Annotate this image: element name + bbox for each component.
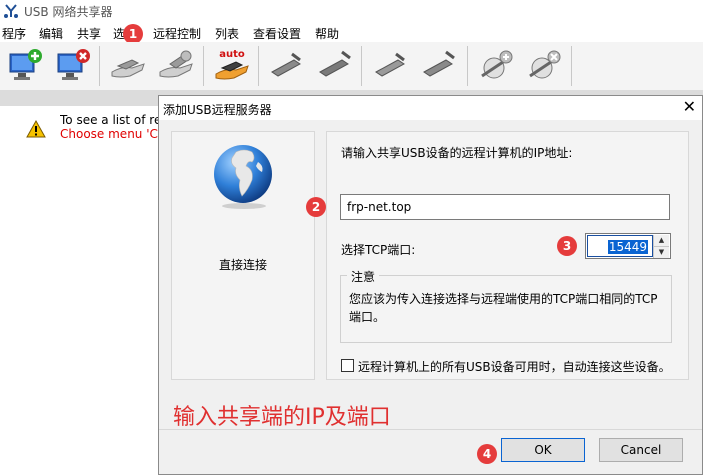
disconnect-remote-icon[interactable] — [418, 46, 458, 86]
unshare-device-icon[interactable] — [156, 46, 196, 86]
toolbar-separator — [258, 46, 259, 86]
ip-address-input[interactable] — [340, 194, 670, 220]
step-marker-1: 1 — [123, 24, 143, 44]
step-marker-4: 4 — [477, 444, 497, 464]
toolbar-separator — [361, 46, 362, 86]
add-remote-server-dialog: 添加USB远程服务器 ✕ 直接连接 请输入共享USB设备的远程计算机的IP地址:… — [158, 95, 703, 475]
menu-bar: 程序 编辑 共享 选 远程控制 列表 查看设置 帮助 — [0, 22, 703, 42]
menu-edit[interactable]: 编辑 — [39, 25, 63, 42]
spin-down-icon[interactable]: ▼ — [653, 246, 669, 258]
auto-label: auto — [219, 49, 245, 60]
close-icon[interactable]: ✕ — [683, 98, 696, 116]
toolbar-separator — [203, 46, 204, 86]
step-marker-2: 2 — [306, 197, 326, 217]
tcp-port-label: 选择TCP端口: — [341, 243, 416, 257]
device-list-area[interactable] — [0, 106, 160, 475]
add-computer-icon[interactable] — [6, 46, 46, 86]
toolbar-separator — [571, 46, 572, 86]
warning-icon — [26, 120, 46, 138]
remove-computer-icon[interactable] — [54, 46, 94, 86]
notice-text: 您应该为传入连接选择与远程端使用的TCP端口相同的TCP端口。 — [349, 292, 658, 324]
usb-share-app-icon — [4, 4, 18, 18]
menu-list[interactable]: 列表 — [215, 25, 239, 42]
toolbar-separator — [99, 46, 100, 86]
menu-share[interactable]: 共享 — [77, 25, 101, 42]
tcp-port-stepper[interactable]: 15449 ▲ ▼ — [585, 233, 671, 259]
remove-remote-server-icon[interactable] — [524, 46, 564, 86]
tcp-port-input[interactable]: 15449 — [587, 235, 653, 257]
menu-help[interactable]: 帮助 — [315, 25, 339, 42]
toolbar: auto — [0, 42, 703, 91]
auto-share-icon[interactable]: auto — [212, 46, 252, 86]
annotation-note: 输入共享端的IP及端口 — [173, 405, 391, 430]
connect-device-icon[interactable] — [266, 46, 306, 86]
app-title: USB 网络共享器 — [24, 5, 113, 19]
add-remote-server-icon[interactable] — [476, 46, 516, 86]
auto-connect-label[interactable]: 远程计算机上的所有USB设备可用时，自动连接这些设备。 — [358, 358, 671, 375]
menu-remote-control[interactable]: 远程控制 — [153, 25, 201, 42]
app-titlebar: USB 网络共享器 — [0, 0, 703, 22]
disconnect-device-icon[interactable] — [314, 46, 354, 86]
globe-icon — [214, 145, 272, 209]
notice-title: 注意 — [347, 268, 380, 285]
direct-connect-label: 直接连接 — [218, 258, 267, 272]
connection-type-panel: 直接连接 — [171, 131, 315, 380]
auto-connect-checkbox[interactable] — [341, 359, 354, 372]
toolbar-separator — [467, 46, 468, 86]
ok-button[interactable]: OK — [501, 438, 585, 462]
menu-view-settings[interactable]: 查看设置 — [253, 25, 301, 42]
cancel-button[interactable]: Cancel — [599, 438, 683, 462]
ip-prompt-label: 请输入共享USB设备的远程计算机的IP地址: — [341, 146, 573, 160]
list-hint-text: To see a list of re — [60, 113, 158, 127]
list-hint-menu-text: Choose menu 'Co — [60, 127, 158, 141]
share-device-icon[interactable] — [108, 46, 148, 86]
tcp-port-value: 15449 — [607, 240, 648, 254]
dialog-titlebar: 添加USB远程服务器 ✕ — [159, 96, 702, 120]
dialog-title: 添加USB远程服务器 — [163, 103, 272, 117]
dialog-separator — [159, 429, 702, 430]
connection-settings-panel: 请输入共享USB设备的远程计算机的IP地址: 选择TCP端口: 15449 ▲ … — [326, 131, 689, 380]
notice-group: 注意 您应该为传入连接选择与远程端使用的TCP端口相同的TCP端口。 — [340, 268, 672, 343]
step-marker-3: 3 — [557, 236, 577, 256]
spin-up-icon[interactable]: ▲ — [653, 235, 669, 246]
connect-remote-icon[interactable] — [370, 46, 410, 86]
menu-program[interactable]: 程序 — [2, 25, 26, 42]
